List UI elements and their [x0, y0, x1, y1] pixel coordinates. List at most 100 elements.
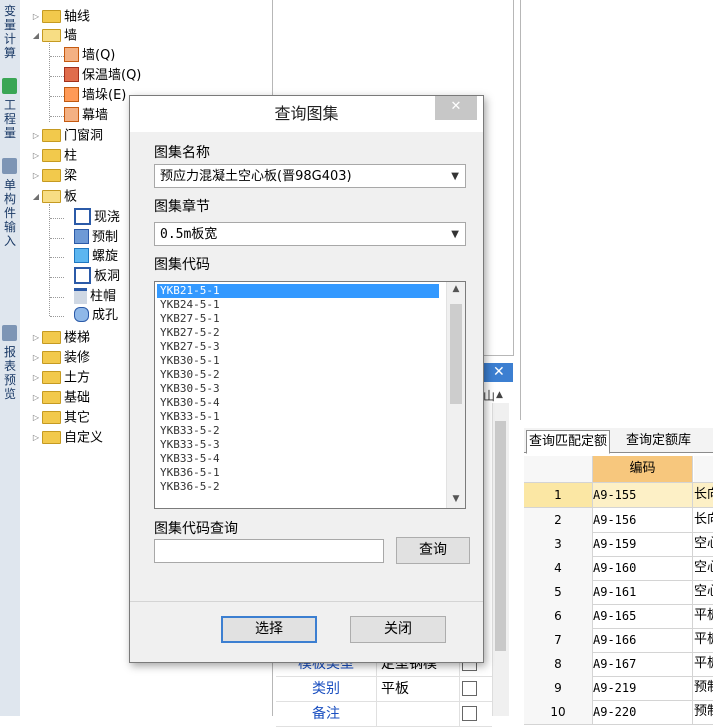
folder-icon [42, 9, 61, 23]
report-icon[interactable] [2, 325, 17, 341]
table-row[interactable]: 4A9-160空心 [524, 556, 713, 581]
property-value[interactable] [377, 702, 460, 726]
atlas-code-list[interactable]: YKB21-5-1 YKB24-5-1 YKB27-5-1 YKB27-5-2 … [154, 281, 466, 509]
list-item[interactable]: YKB30-5-4 [157, 396, 439, 410]
tree-leaf-column-cap[interactable]: 柱帽 [74, 287, 116, 306]
tree-node-stairs[interactable]: ▷ 楼梯 [30, 329, 90, 347]
table-row[interactable]: 2A9-156长向 [524, 508, 713, 533]
property-scrollbar[interactable] [492, 403, 509, 716]
folder-icon [42, 128, 61, 142]
dialog-titlebar: 查询图集 ✕ [130, 96, 483, 132]
tree-leaf-insulation-wall[interactable]: 保温墙(Q) [64, 67, 141, 85]
green-check-icon[interactable] [2, 78, 17, 94]
list-item[interactable]: YKB27-5-3 [157, 340, 439, 354]
insulation-wall-icon [64, 67, 79, 82]
folder-icon [42, 168, 61, 182]
scroll-thumb[interactable] [450, 304, 462, 404]
code-query-input[interactable] [154, 539, 384, 563]
folder-icon [42, 370, 61, 384]
left-tab-report[interactable]: 报表预览 [2, 345, 18, 401]
tree-leaf-spiral-slab[interactable]: 螺旋 [74, 248, 118, 266]
scroll-up-icon[interactable]: ▲ [447, 284, 465, 294]
folder-icon [42, 390, 61, 404]
component-icon[interactable] [2, 158, 17, 174]
tree-node-beam[interactable]: ▷ 梁 [30, 167, 77, 185]
property-value[interactable]: 平板 [377, 677, 460, 701]
divider [130, 601, 483, 602]
table-row[interactable]: 8A9-167平板 [524, 652, 713, 677]
quota-tabs: 查询匹配定额 查询定额库 [524, 428, 713, 454]
tree-node-column[interactable]: ▷ 柱 [30, 147, 77, 165]
list-scrollbar[interactable]: ▲ ▼ [446, 282, 465, 508]
property-panel-close-icon[interactable]: ✕ [493, 363, 505, 381]
close-button[interactable]: 关闭 [350, 616, 446, 643]
folder-icon [42, 410, 61, 424]
property-checkbox[interactable] [462, 681, 477, 696]
scroll-down-icon[interactable]: ▼ [447, 494, 465, 504]
list-item[interactable]: YKB33-5-4 [157, 452, 439, 466]
tab-quota-library[interactable]: 查询定额库 [624, 430, 693, 452]
chevron-down-icon: ▼ [451, 171, 459, 182]
list-item[interactable]: YKB30-5-3 [157, 382, 439, 396]
tab-match-quota[interactable]: 查询匹配定额 [526, 430, 611, 454]
tree-leaf-drilled-hole[interactable]: 成孔 [74, 307, 118, 325]
tree-leaf-slab-hole[interactable]: 板洞 [74, 267, 120, 286]
folder-open-icon [42, 28, 61, 42]
close-icon[interactable]: ✕ [435, 96, 477, 120]
property-row: 类别 平板 [276, 677, 492, 702]
atlas-name-label: 图集名称 [154, 145, 210, 161]
list-item[interactable]: YKB33-5-2 [157, 424, 439, 438]
list-item[interactable]: YKB30-5-1 [157, 354, 439, 368]
scroll-up-icon[interactable]: ▲ [496, 390, 503, 400]
tree-node-earthwork[interactable]: ▷ 土方 [30, 369, 90, 387]
atlas-name-select[interactable]: 预应力混凝土空心板(晋98G403) ▼ [154, 164, 466, 188]
tree-node-axis[interactable]: ▷ 轴线 [30, 8, 90, 26]
table-row[interactable]: 10A9-220预制 [524, 700, 713, 725]
tree-node-decoration[interactable]: ▷ 装修 [30, 349, 90, 367]
list-item[interactable]: YKB33-5-1 [157, 410, 439, 424]
dialog-title: 查询图集 [274, 104, 339, 123]
atlas-chapter-select[interactable]: 0.5m板宽 ▼ [154, 222, 466, 246]
table-row[interactable]: 6A9-165平板 [524, 604, 713, 629]
list-item[interactable]: YKB30-5-2 [157, 368, 439, 382]
tree-node-slab[interactable]: ◢ 板 [30, 188, 77, 206]
tree-leaf-wall-q[interactable]: 墙(Q) [64, 47, 115, 65]
table-row[interactable]: 7A9-166平板 [524, 628, 713, 653]
list-item[interactable]: YKB27-5-2 [157, 326, 439, 340]
tree-node-foundation[interactable]: ▷ 基础 [30, 389, 90, 407]
left-tab-quantity[interactable]: 工程量 [2, 98, 18, 140]
property-key: 备注 [276, 702, 377, 726]
tree-leaf-cast-slab[interactable]: 现浇 [74, 208, 120, 227]
table-row[interactable]: 5A9-161空心 [524, 580, 713, 605]
wall-icon [64, 47, 79, 62]
precast-slab-icon [74, 229, 89, 244]
tree-node-wall[interactable]: ◢ 墙 [30, 27, 77, 45]
tree-node-custom[interactable]: ▷ 自定义 [30, 429, 103, 447]
list-item[interactable]: YKB36-5-2 [157, 480, 439, 494]
table-row[interactable]: 1A9-155长向 [524, 483, 713, 508]
slab-hole-icon [74, 267, 91, 284]
list-item[interactable]: YKB33-5-3 [157, 438, 439, 452]
list-item[interactable]: YKB21-5-1 [157, 284, 439, 298]
tree-leaf-precast-slab[interactable]: 预制 [74, 229, 118, 247]
list-item[interactable]: YKB24-5-1 [157, 298, 439, 312]
tree-leaf-wall-pier[interactable]: 墙垛(E) [64, 87, 126, 105]
list-item[interactable]: YKB27-5-1 [157, 312, 439, 326]
tree-leaf-curtain-wall[interactable]: 幕墙 [64, 107, 108, 125]
query-button[interactable]: 查询 [396, 537, 470, 564]
table-row[interactable]: 3A9-159空心 [524, 532, 713, 557]
left-vertical-toolbar: 变量计算 工程量 单构件输入 报表预览 [0, 0, 21, 716]
property-checkbox[interactable] [462, 706, 477, 721]
left-tab-variable-calc[interactable]: 变量计算 [2, 4, 18, 60]
table-row[interactable]: 9A9-219预制 [524, 676, 713, 701]
query-atlas-dialog: 查询图集 ✕ 图集名称 预应力混凝土空心板(晋98G403) ▼ 图集章节 0.… [129, 95, 484, 663]
chevron-down-icon: ▼ [451, 229, 459, 240]
column-header-code[interactable]: 编码 [593, 456, 693, 482]
atlas-chapter-label: 图集章节 [154, 199, 210, 215]
property-header-fragment: 山 [483, 389, 496, 403]
select-button[interactable]: 选择 [221, 616, 317, 643]
tree-node-door-window[interactable]: ▷ 门窗洞 [30, 127, 103, 145]
left-tab-single-input[interactable]: 单构件输入 [2, 178, 18, 248]
list-item[interactable]: YKB36-5-1 [157, 466, 439, 480]
tree-node-other[interactable]: ▷ 其它 [30, 409, 90, 427]
